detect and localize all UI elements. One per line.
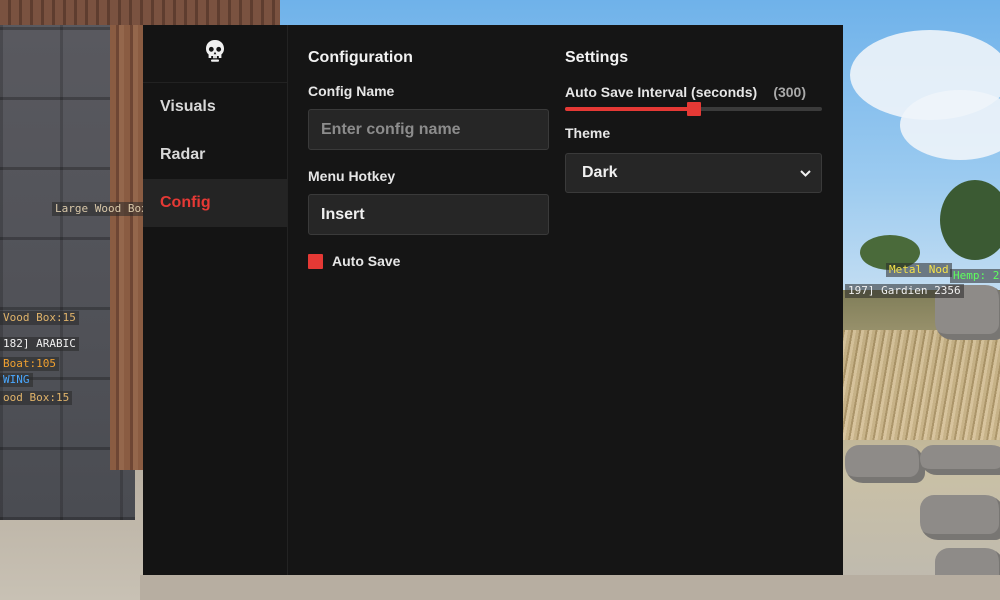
auto-save-interval-header: Auto Save Interval (seconds) (300): [565, 83, 806, 101]
sidebar-item-radar[interactable]: Radar: [143, 131, 287, 179]
sidebar-item-visuals[interactable]: Visuals: [143, 83, 287, 131]
slider-thumb[interactable]: [686, 102, 701, 116]
theme-selected-value: Dark: [582, 164, 618, 181]
auto-save-interval-value: (300): [773, 84, 806, 100]
config-name-input[interactable]: Enter config name: [308, 109, 549, 150]
menu-panel: Visuals Radar Config Configuration Confi…: [143, 25, 843, 575]
settings-section: Settings Auto Save Interval (seconds) (3…: [565, 25, 822, 575]
main-content: Configuration Config Name Enter config n…: [288, 25, 843, 575]
configuration-section: Configuration Config Name Enter config n…: [308, 25, 549, 575]
menu-hotkey-input[interactable]: Insert: [308, 194, 549, 235]
slider-fill: [565, 107, 694, 111]
logo: [143, 25, 287, 83]
sidebar: Visuals Radar Config: [143, 25, 288, 575]
auto-save-interval-slider[interactable]: [565, 102, 822, 116]
theme-select[interactable]: Dark: [565, 153, 822, 193]
auto-save-toggle[interactable]: Auto Save: [308, 253, 549, 269]
esp-label: Boat:105: [0, 357, 59, 371]
esp-label: 182] ARABIC: [0, 337, 79, 351]
esp-label: Large Wood Box: [52, 202, 151, 216]
wood-planks: [0, 0, 280, 25]
chevron-down-icon: [800, 164, 811, 182]
esp-label: Hemp: 2: [950, 269, 1000, 283]
skull-icon: [204, 39, 226, 68]
auto-save-checkbox[interactable]: [308, 253, 323, 269]
rock: [920, 445, 1000, 475]
theme-label: Theme: [565, 125, 611, 141]
menu-hotkey-label: Menu Hotkey: [308, 168, 396, 184]
config-name-label: Config Name: [308, 83, 395, 99]
dirt: [140, 575, 1000, 600]
esp-label: ood Box:15: [0, 391, 73, 405]
esp-label: Vood Box:15: [0, 311, 79, 325]
settings-title: Settings: [565, 49, 629, 66]
dry-grass: [840, 330, 1000, 440]
esp-label: Metal Nod: [886, 263, 952, 277]
auto-save-interval-label: Auto Save Interval (seconds): [565, 84, 758, 100]
esp-label: WING: [0, 373, 33, 387]
rock: [920, 495, 1000, 540]
rock: [845, 445, 925, 483]
sidebar-item-config[interactable]: Config: [143, 179, 287, 227]
configuration-title: Configuration: [308, 49, 413, 66]
auto-save-label: Auto Save: [332, 253, 401, 269]
esp-label: 197] Gardien 2356: [845, 284, 964, 298]
